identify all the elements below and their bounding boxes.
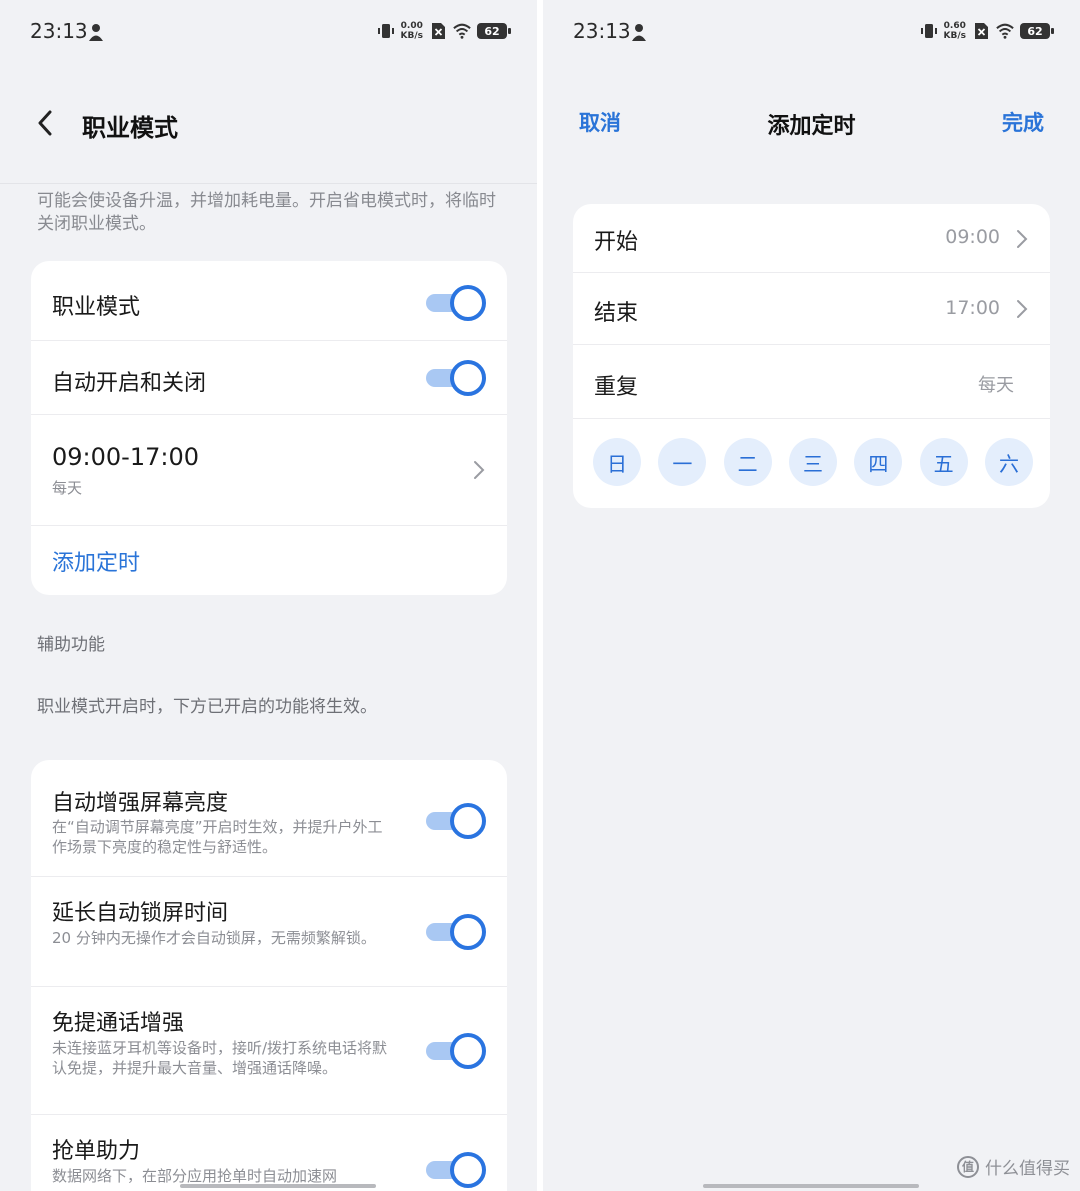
- day-chip-mon[interactable]: 一: [658, 438, 707, 486]
- feature-toggle[interactable]: [426, 1152, 486, 1188]
- feature-title: 延长自动锁屏时间: [52, 901, 229, 926]
- day-chip-tue[interactable]: 二: [723, 438, 772, 486]
- sim-off-icon: [432, 23, 445, 39]
- feature-toggle[interactable]: [426, 1033, 486, 1069]
- feature-title: 免提通话增强: [52, 1011, 185, 1036]
- chevron-right-icon: [1017, 230, 1028, 248]
- vibrate-icon: [920, 24, 937, 38]
- status-icons: 0.00 KB/s 62: [377, 21, 511, 41]
- person-icon: [89, 24, 103, 41]
- watermark-text: 什么值得买: [985, 1159, 1070, 1179]
- wifi-icon: [453, 23, 471, 39]
- status-bar: 23:13 0.60 KB/s 62: [543, 0, 1080, 64]
- feature-row[interactable]: 抢单助力 数据网络下，在部分应用抢单时自动加速网: [31, 1115, 507, 1191]
- page-header: 职业模式: [0, 64, 537, 184]
- wifi-icon: [996, 23, 1014, 39]
- start-value: 09:00: [945, 226, 1000, 248]
- feature-title: 抢单助力: [52, 1139, 141, 1164]
- feature-desc: 数据网络下，在部分应用抢单时自动加速网: [52, 1167, 338, 1185]
- mode-toggle[interactable]: [426, 285, 486, 321]
- person-icon: [632, 24, 646, 41]
- dialog-title: 添加定时: [767, 114, 856, 139]
- aux-section-note: 职业模式开启时，下方已开启的功能将生效。: [37, 697, 377, 717]
- status-time: 23:13: [573, 19, 631, 43]
- status-bar: 23:13 0.00 KB/s 62: [0, 0, 537, 64]
- feature-desc: 未连接蓝牙耳机等设备时，接听/拨打系统电话将默认免提，并提升最大音量、增强通话降…: [52, 1039, 388, 1077]
- vibrate-icon: [377, 24, 394, 38]
- mode-toggle-row[interactable]: 职业模式: [31, 261, 507, 341]
- feature-title: 自动增强屏幕亮度: [52, 791, 229, 816]
- battery-icon: 62: [1020, 23, 1054, 39]
- day-chip-sun[interactable]: 日: [593, 438, 641, 486]
- day-chip-sat[interactable]: 六: [984, 438, 1033, 486]
- home-indicator[interactable]: [180, 1184, 376, 1188]
- aux-section-title: 辅助功能: [37, 635, 105, 655]
- feature-row[interactable]: 自动增强屏幕亮度 在“自动调节屏幕亮度”开启时生效，并提升户外工作场景下亮度的稳…: [31, 760, 507, 877]
- feature-row[interactable]: 免提通话增强 未连接蓝牙耳机等设备时，接听/拨打系统电话将默认免提，并提升最大音…: [31, 987, 507, 1115]
- battery-icon: 62: [477, 23, 511, 39]
- features-card: 自动增强屏幕亮度 在“自动调节屏幕亮度”开启时生效，并提升户外工作场景下亮度的稳…: [31, 760, 507, 1191]
- status-icons: 0.60 KB/s 62: [920, 21, 1054, 41]
- end-value: 17:00: [945, 297, 1000, 319]
- schedule-item[interactable]: 09:00-17:00 每天: [31, 415, 507, 526]
- home-indicator[interactable]: [703, 1184, 919, 1188]
- schedule-time: 09:00-17:00: [52, 443, 199, 471]
- day-chip-wed[interactable]: 三: [788, 438, 837, 486]
- day-chip-thu[interactable]: 四: [854, 438, 903, 486]
- schedule-repeat: 每天: [52, 479, 83, 497]
- add-schedule-row[interactable]: 添加定时: [31, 526, 507, 595]
- feature-toggle[interactable]: [426, 803, 486, 839]
- dialog-header: 取消 添加定时 完成: [543, 64, 1080, 182]
- status-time: 23:13: [30, 19, 88, 43]
- watermark-logo-icon: 值: [957, 1155, 979, 1178]
- chevron-right-icon: [474, 461, 485, 479]
- day-chip-fri[interactable]: 五: [919, 438, 968, 486]
- start-label: 开始: [594, 230, 639, 255]
- feature-desc: 在“自动调节屏幕亮度”开启时生效，并提升户外工作场景下亮度的稳定性与舒适性。: [52, 818, 383, 856]
- feature-row[interactable]: 延长自动锁屏时间 20 分钟内无操作才会自动锁屏，无需频繁解锁。: [31, 877, 507, 987]
- chevron-right-icon: [1017, 300, 1028, 318]
- network-speed: 0.00 KB/s: [400, 21, 423, 41]
- end-label: 结束: [594, 301, 639, 326]
- sim-off-icon: [975, 23, 988, 39]
- done-button[interactable]: 完成: [1002, 107, 1044, 137]
- weekday-selector: 日 一 二 三 四 五 六: [593, 438, 1033, 486]
- schedule-editor-card: 开始 09:00 结束 17:00 重复 每天 日 一 二 三 四 五 六: [573, 204, 1050, 508]
- mode-settings-card: 职业模式 自动开启和关闭 09:00-17:00 每天 添加定时: [31, 261, 507, 595]
- end-time-row[interactable]: 结束 17:00: [573, 273, 1050, 345]
- page-title: 职业模式: [82, 114, 178, 142]
- left-screen: 23:13 0.00 KB/s 62 职业模式 可能会使设备升温，并增加耗电量。…: [0, 0, 537, 1191]
- auto-label: 自动开启和关闭: [52, 371, 207, 396]
- network-speed: 0.60 KB/s: [943, 21, 966, 41]
- auto-toggle-row[interactable]: 自动开启和关闭: [31, 341, 507, 415]
- repeat-row[interactable]: 重复 每天: [573, 345, 1050, 419]
- mode-label: 职业模式: [52, 295, 141, 320]
- feature-desc: 20 分钟内无操作才会自动锁屏，无需频繁解锁。: [52, 929, 376, 947]
- add-schedule-link[interactable]: 添加定时: [52, 545, 140, 577]
- watermark: 值 什么值得买: [957, 1154, 1070, 1179]
- auto-toggle[interactable]: [426, 360, 486, 396]
- repeat-label: 重复: [594, 375, 639, 400]
- feature-toggle[interactable]: [426, 914, 486, 950]
- back-arrow-icon[interactable]: [30, 108, 60, 138]
- intro-description: 可能会使设备升温，并增加耗电量。开启省电模式时，将临时关闭职业模式。: [37, 191, 496, 234]
- right-screen: 23:13 0.60 KB/s 62 取消 添加定时 完成 开始 09:00 结…: [543, 0, 1080, 1191]
- start-time-row[interactable]: 开始 09:00: [573, 204, 1050, 273]
- repeat-value: 每天: [978, 375, 1014, 396]
